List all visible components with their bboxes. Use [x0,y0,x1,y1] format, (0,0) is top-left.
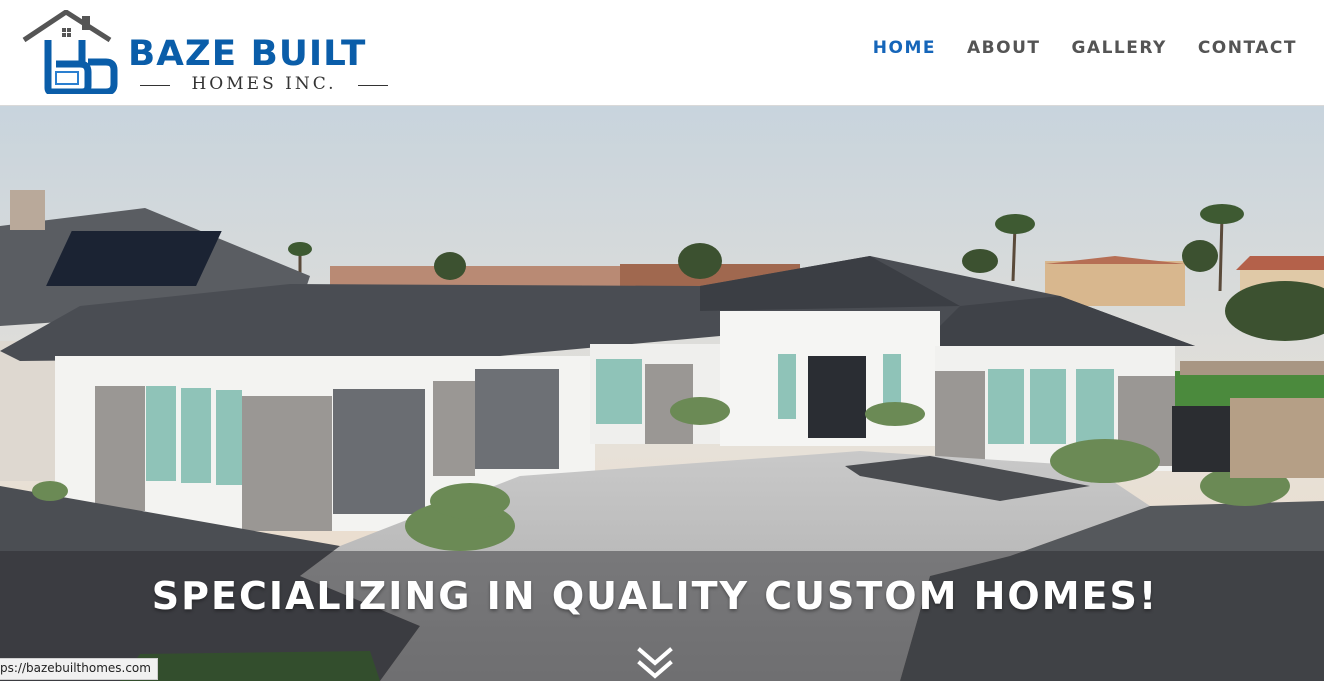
double-chevron-down-icon[interactable] [636,646,674,681]
brand-name: BAZE BUILT [128,34,367,74]
brand-subtitle: HOMES INC. [140,74,388,94]
site-header: BAZE BUILT HOMES INC. HOME ABOUT GALLERY… [0,0,1324,106]
hero-tagline: SPECIALIZING IN QUALITY CUSTOM HOMES! [151,574,1159,618]
house-logo-icon [22,10,118,94]
nav-about[interactable]: ABOUT [967,38,1040,58]
site-logo[interactable]: BAZE BUILT HOMES INC. [22,10,412,94]
nav-home[interactable]: HOME [873,38,936,58]
nav-gallery[interactable]: GALLERY [1071,38,1166,58]
browser-status-url: ps://bazebuilthomes.com [0,658,158,680]
nav-contact[interactable]: CONTACT [1198,38,1297,58]
main-nav: HOME ABOUT GALLERY CONTACT [873,38,1297,58]
